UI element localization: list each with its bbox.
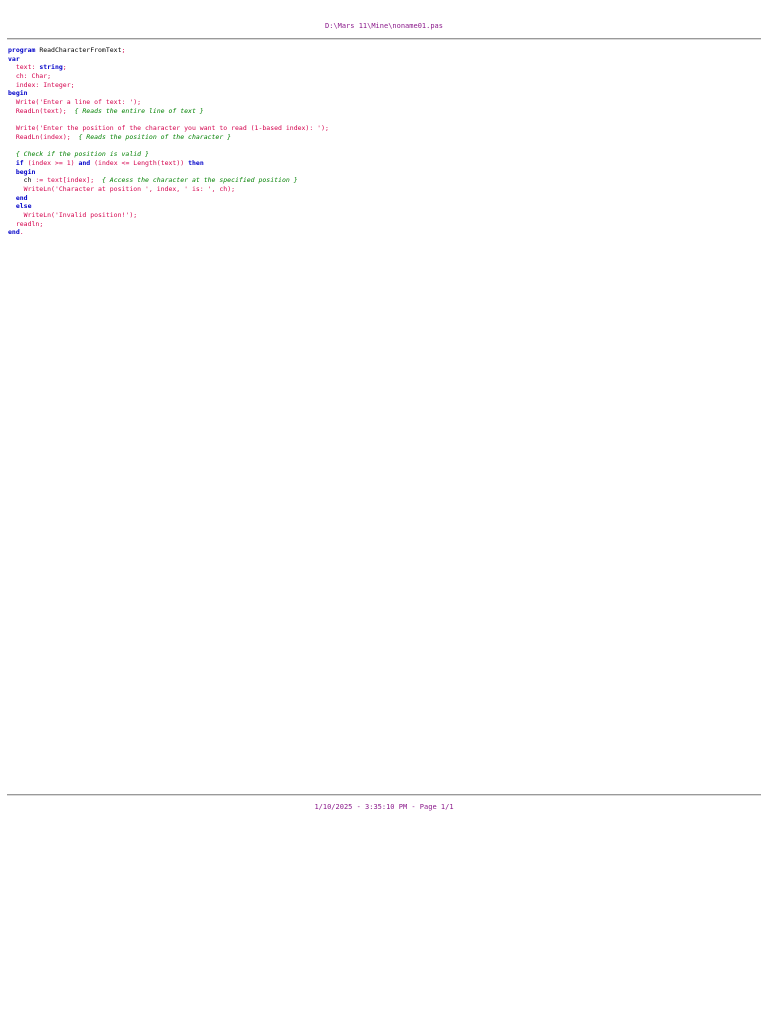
code-token: index [43, 132, 63, 141]
code-token: ; [47, 72, 52, 81]
code-token: end [8, 193, 28, 202]
code-token: ; [39, 219, 44, 228]
code-token: string [39, 63, 63, 72]
code-line: ch: Char; [8, 72, 329, 81]
code-token: { Reads the position of the character } [70, 132, 232, 141]
code-token: Integer [43, 80, 71, 89]
code-token: ch [8, 176, 32, 185]
code-token: var [8, 54, 20, 63]
code-token: 'Character at position ' [54, 185, 149, 193]
code-token: ( [90, 158, 99, 167]
code-token: )) [176, 158, 189, 167]
code-token: then [188, 158, 204, 167]
code-token: ); [133, 98, 142, 107]
code-token: program [8, 46, 36, 54]
code-token: ); [62, 132, 71, 141]
code-line: WriteLn('Invalid position!'); [8, 211, 329, 220]
code-token: text [47, 176, 63, 185]
file-path-header: D:\Mars 11\Mine\noname01.pas [324, 22, 443, 30]
code-token: := [31, 176, 48, 185]
code-token: index [8, 80, 36, 89]
code-line: else [8, 202, 329, 211]
code-token: index [98, 158, 118, 167]
code-line: program ReadCharacterFromText; [8, 46, 329, 55]
code-token: Length [133, 158, 157, 167]
code-token: ; [70, 80, 75, 89]
code-line: Write('Enter a line of text: '); [8, 98, 329, 107]
code-line: var [8, 55, 329, 64]
code-token: { Reads the entire line of text } [66, 106, 204, 115]
code-line: ReadLn(text); { Reads the entire line of… [8, 107, 329, 116]
code-token: { Check if the position is valid } [8, 150, 149, 159]
code-token: ReadLn [8, 106, 40, 115]
code-token: ]; [86, 176, 95, 185]
code-line: begin [8, 89, 329, 98]
code-token: text [43, 106, 59, 115]
code-token: Write [8, 124, 36, 133]
code-line: text: string; [8, 63, 329, 72]
code-token: text [8, 63, 32, 72]
code-token: , [148, 185, 157, 193]
code-token: ); [321, 124, 329, 133]
code-line: ch := text[index]; { Access the characte… [8, 176, 329, 185]
code-token: Char [31, 72, 48, 81]
code-token: ' is: ' [184, 185, 212, 193]
code-token: else [8, 202, 32, 211]
code-line: if (index >= 1) and (index <= Length(tex… [8, 159, 329, 168]
code-token: <= [117, 158, 134, 167]
code-token: and [78, 158, 91, 167]
code-token: Write [8, 98, 36, 107]
print-footer: 1/10/2025 - 3:35:10 PM - Page 1/1 [314, 803, 454, 811]
code-token: WriteLn [8, 211, 52, 220]
code-token: ; [121, 46, 126, 54]
code-line: index: Integer; [8, 81, 329, 90]
code-token: ; [62, 63, 67, 72]
code-token: WriteLn [8, 185, 52, 193]
code-line: end [8, 194, 329, 203]
code-token: index [31, 158, 52, 167]
code-token: end [8, 228, 20, 237]
code-line: readln; [8, 220, 329, 229]
code-token: >= [51, 158, 67, 167]
code-token: index [66, 176, 87, 185]
code-token: ); [129, 211, 138, 220]
code-token: readln [8, 219, 40, 228]
code-token: begin [8, 167, 36, 176]
code-token: 'Invalid position!' [54, 211, 130, 220]
code-line: WriteLn('Character at position ', index,… [8, 185, 329, 194]
code-line: { Check if the position is valid } [8, 150, 329, 159]
footer-divider [7, 794, 761, 796]
code-token: ); [58, 106, 67, 115]
code-line: ReadLn(index); { Reads the position of t… [8, 133, 329, 142]
code-token: text [160, 158, 177, 167]
code-token: begin [8, 89, 28, 98]
code-token: , [176, 185, 185, 193]
code-token: . [19, 228, 24, 237]
code-line: end. [8, 228, 329, 237]
code-token: 'Enter a line of text: ' [39, 98, 134, 107]
code-token: ReadCharacterFromText [35, 46, 122, 54]
code-token: 'Enter the position of the character you… [39, 124, 322, 133]
code-line: begin [8, 168, 329, 177]
code-token: if [8, 158, 24, 167]
code-token: ReadLn [8, 132, 40, 141]
code-token: index [156, 185, 177, 193]
code-line: Write('Enter the position of the charact… [8, 124, 329, 133]
code-token: { Access the character at the specified … [94, 176, 298, 185]
code-token: ch [8, 72, 24, 81]
source-code-listing: program ReadCharacterFromText; var text: … [8, 46, 329, 237]
header-divider [7, 38, 761, 40]
code-token: ); [227, 185, 236, 193]
code-token: ch [219, 185, 228, 193]
